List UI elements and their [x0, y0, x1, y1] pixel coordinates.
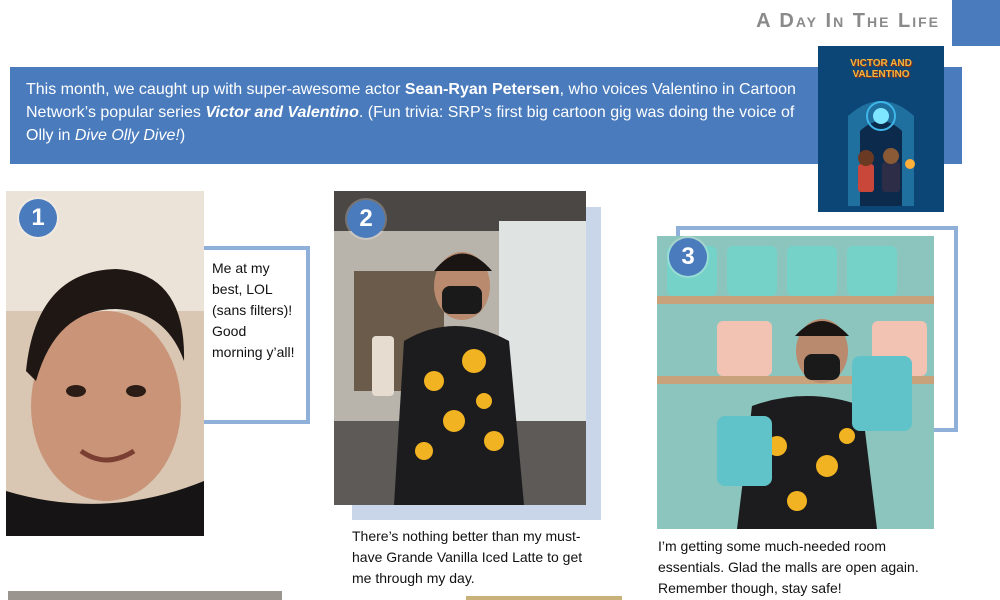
intro-paragraph: This month, we caught up with super-awes… [26, 78, 816, 147]
poster-logo: VICTOR AND VALENTINO [850, 58, 912, 80]
photo-1: 1 [6, 191, 204, 536]
next-photo-partial-center [466, 596, 622, 600]
photo-3: 3 [657, 236, 934, 529]
show-name: Victor and Valentino [205, 104, 359, 121]
photo-1-caption: Me at my best, LOL (sans filters)! Good … [212, 260, 295, 360]
show-poster: VICTOR AND VALENTINO [818, 46, 944, 212]
photo-1-number-badge: 1 [19, 199, 57, 237]
actor-name: Sean-Ryan Petersen [404, 81, 560, 98]
photo-3-number-badge: 3 [669, 238, 707, 276]
photo-3-caption: I’m getting some much-needed room essent… [658, 538, 919, 596]
photo-2: 2 [334, 191, 586, 505]
store-photo-illustration [657, 236, 934, 529]
section-title: A Day In The Life [756, 10, 940, 32]
cafe-photo-illustration [334, 191, 586, 505]
first-show-name: Dive Olly Dive! [74, 127, 180, 144]
intro-text-part: ) [179, 127, 186, 144]
photo-2-caption: There’s nothing better than my must-have… [352, 528, 583, 586]
selfie-illustration [6, 191, 204, 536]
photo-2-number-badge: 2 [347, 200, 385, 238]
header-accent-block [952, 0, 1000, 46]
next-photo-partial-left [8, 591, 282, 600]
intro-text-part: This month, we caught up with super-awes… [26, 81, 405, 98]
